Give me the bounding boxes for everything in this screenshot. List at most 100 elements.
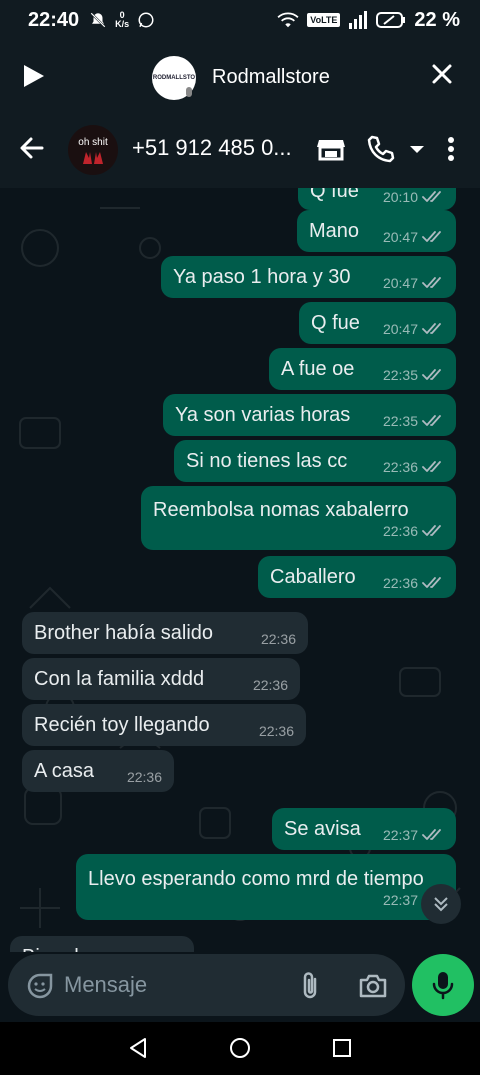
avatar[interactable]: oh shit [68, 125, 118, 175]
message-text: Brother había salido [34, 622, 214, 644]
voice-message-button[interactable] [412, 954, 474, 1016]
message-meta: 22:35 [383, 367, 444, 383]
message-time: 22:36 [382, 523, 418, 539]
whatsapp-icon [138, 12, 154, 28]
store-icon[interactable] [316, 134, 346, 164]
incoming-message[interactable]: Con la familia xddd 22:36 [22, 658, 300, 700]
chevron-down-icon[interactable] [402, 134, 432, 164]
outgoing-message[interactable]: Se avisa 22:37 [272, 808, 456, 850]
message-time: 22:36 [260, 631, 296, 647]
close-icon[interactable] [428, 60, 456, 88]
more-options-icon[interactable] [436, 134, 466, 164]
back-arrow-icon[interactable] [18, 134, 46, 162]
message-text: Reembolsa nomas xabalerro [153, 499, 409, 521]
double-check-icon [422, 191, 441, 202]
outgoing-message[interactable]: A fue oe 22:35 [269, 348, 456, 390]
double-chevron-down-icon [434, 897, 448, 912]
outgoing-message[interactable]: Q fue 20:47 [299, 302, 456, 344]
battery-saver-icon [376, 12, 406, 28]
message-text: Con la familia xddd [34, 668, 205, 690]
status-right-icons: VoLTE 22 % [277, 9, 460, 32]
double-check-icon [422, 369, 441, 380]
message-time: 22:37 [382, 827, 418, 843]
store-name: Rodmallstore [212, 66, 330, 88]
wifi-icon [277, 12, 299, 28]
nav-home-icon[interactable] [228, 1036, 252, 1060]
microphone-icon [432, 972, 454, 1000]
message-text: Ya paso 1 hora y 30 [173, 266, 351, 288]
message-input[interactable] [64, 968, 284, 1002]
message-meta: 20:47 [383, 275, 444, 291]
message-input-box[interactable] [8, 954, 405, 1016]
attach-icon[interactable] [298, 971, 322, 1001]
outgoing-message[interactable]: Ya paso 1 hora y 30 20:47 [161, 256, 456, 298]
mute-bell-icon [90, 12, 106, 28]
incoming-message[interactable]: Brother había salido 22:36 [22, 612, 308, 654]
message-time: 20:47 [382, 275, 418, 291]
signal-icon [349, 11, 368, 29]
contact-title[interactable]: +51 912 485 0... [132, 135, 292, 161]
message-meta: 22:36 [127, 769, 162, 785]
message-time: 20:10 [382, 189, 418, 205]
double-check-icon [422, 525, 441, 536]
double-check-icon [422, 415, 441, 426]
double-check-icon [422, 829, 441, 840]
nav-back-icon[interactable] [126, 1036, 150, 1060]
outgoing-message[interactable]: Caballero 22:36 [258, 556, 456, 598]
message-text: Llevo esperando como mrd de tiempo [88, 868, 424, 890]
message-time: 22:35 [382, 367, 418, 383]
message-text: A fue oe [281, 358, 355, 380]
network-speed: 0 K/s [115, 10, 130, 29]
outgoing-message[interactable]: Si no tienes las cc 22:36 [174, 440, 456, 482]
double-check-icon [422, 577, 441, 588]
system-nav-bar [0, 1022, 480, 1075]
play-icon[interactable] [24, 65, 44, 87]
message-time: 22:35 [382, 413, 418, 429]
status-left-icons: 0 K/s [89, 11, 155, 29]
outgoing-message[interactable]: Ya son varias horas 22:35 [163, 394, 456, 436]
incoming-message[interactable]: A casa 22:36 [22, 750, 174, 792]
hands-emoji-icon [83, 151, 103, 164]
message-meta: 22:36 [253, 677, 288, 693]
volte-badge: VoLTE [307, 13, 341, 27]
incoming-message[interactable]: Bien d... [10, 936, 194, 952]
incoming-message[interactable]: Recién toy llegando 22:36 [22, 704, 306, 746]
chat-header: oh shit +51 912 485 0... [0, 108, 480, 188]
message-time: 20:47 [382, 321, 418, 337]
message-time: 22:36 [252, 677, 288, 693]
message-text: Q fue [311, 312, 360, 334]
double-check-icon [422, 323, 441, 334]
outgoing-message[interactable]: Q fue 20:10 [298, 188, 456, 210]
outgoing-message[interactable]: Mano 20:47 [297, 210, 456, 252]
message-time: 22:36 [126, 769, 162, 785]
phone-icon[interactable] [366, 134, 396, 164]
message-meta: 20:47 [383, 229, 444, 245]
status-bar: 22:40 0 K/s VoLTE 22 % [0, 0, 480, 40]
nav-recents-icon[interactable] [330, 1036, 354, 1060]
message-meta: 20:47 [383, 321, 444, 337]
message-text: Si no tienes las cc [186, 450, 348, 472]
message-meta: 22:36 [261, 631, 296, 647]
message-text: Q fue [310, 188, 359, 202]
message-meta: 20:10 [383, 189, 444, 205]
sticker-icon[interactable] [26, 972, 54, 1000]
message-time: 20:47 [382, 229, 418, 245]
status-time: 22:40 [28, 8, 80, 31]
chat-area[interactable]: Q fue 20:10 Mano 20:47 Ya paso 1 hora y 30 20… [0, 188, 480, 952]
message-time: 22:37 [382, 892, 418, 908]
message-text: Ya son varias horas [175, 404, 351, 426]
message-meta: 22:36 [383, 575, 444, 591]
camera-icon[interactable] [358, 972, 388, 1000]
double-check-icon [422, 231, 441, 242]
outgoing-message[interactable]: Reembolsa nomas xabalerro 22:36 [141, 486, 456, 550]
message-meta: 22:36 [259, 723, 294, 739]
message-text: Se avisa [284, 818, 361, 840]
message-text: A casa [34, 760, 95, 782]
message-text: Mano [309, 220, 360, 242]
message-meta: 22:36 [383, 459, 444, 475]
message-time: 22:36 [258, 723, 294, 739]
message-text: Recién toy llegando [34, 714, 210, 736]
avatar-text: oh shit [78, 136, 108, 148]
scroll-down-button[interactable] [421, 884, 461, 924]
outgoing-message[interactable]: Llevo esperando como mrd de tiempo 22:37 [76, 854, 456, 920]
